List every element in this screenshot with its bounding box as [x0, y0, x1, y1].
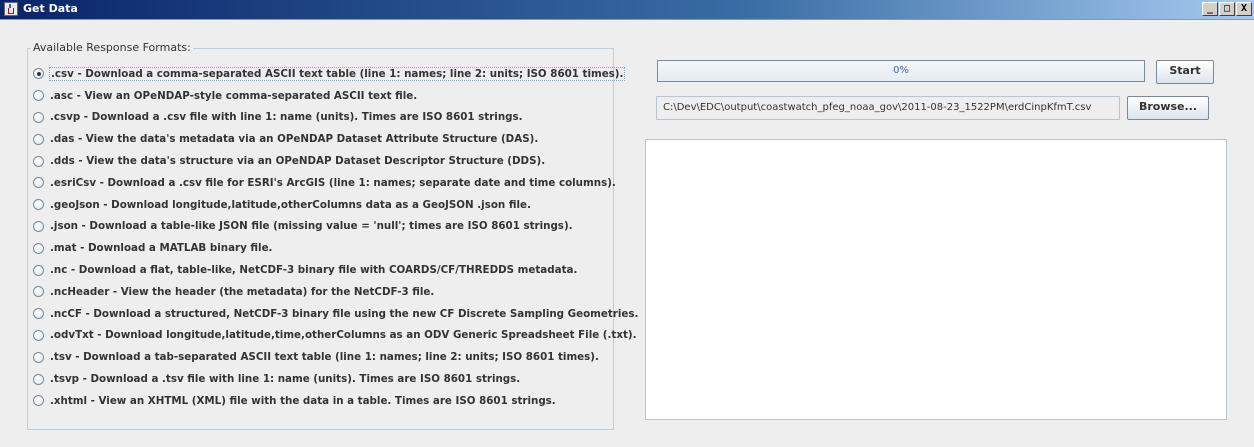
- response-formats-label: Available Response Formats:: [31, 41, 193, 54]
- format-option[interactable]: .ncCF - Download a structured, NetCDF-3 …: [33, 303, 639, 325]
- format-option-label: .xhtml - View an XHTML (XML) file with t…: [50, 394, 556, 407]
- radio-button[interactable]: [33, 111, 44, 123]
- format-option-label: .ncCF - Download a structured, NetCDF-3 …: [50, 307, 639, 320]
- format-option-label: .csvp - Download a .csv file with line 1…: [50, 111, 523, 124]
- format-radio-list: .csv - Download a comma-separated ASCII …: [33, 63, 639, 412]
- format-option[interactable]: .das - View the data's metadata via an O…: [33, 128, 639, 150]
- radio-button[interactable]: [33, 242, 44, 254]
- output-text-area[interactable]: [645, 139, 1227, 420]
- format-option-label: .tsvp - Download a .tsv file with line 1…: [50, 373, 521, 386]
- radio-button[interactable]: [33, 90, 44, 102]
- format-option[interactable]: .tsvp - Download a .tsv file with line 1…: [33, 368, 639, 390]
- format-option[interactable]: .csv - Download a comma-separated ASCII …: [33, 63, 639, 85]
- minimize-button[interactable]: _: [1202, 2, 1218, 16]
- format-option-label: .ncHeader - View the header (the metadat…: [50, 285, 435, 298]
- radio-button[interactable]: [33, 220, 44, 232]
- radio-button[interactable]: [33, 351, 44, 363]
- radio-button[interactable]: [33, 373, 44, 385]
- format-option[interactable]: .asc - View an OPeNDAP-style comma-separ…: [33, 85, 639, 107]
- window-controls: _ □ X: [1201, 2, 1252, 16]
- progress-text: 0%: [893, 65, 909, 76]
- format-option-label: .tsv - Download a tab-separated ASCII te…: [50, 351, 599, 364]
- format-option[interactable]: .json - Download a table-like JSON file …: [33, 216, 639, 238]
- format-option-label: .asc - View an OPeNDAP-style comma-separ…: [50, 89, 418, 102]
- format-option[interactable]: .dds - View the data's structure via an …: [33, 150, 639, 172]
- format-option-label: .mat - Download a MATLAB binary file.: [50, 242, 273, 255]
- format-option-label: .das - View the data's metadata via an O…: [50, 133, 539, 146]
- title-bar: Get Data _ □ X: [0, 0, 1254, 20]
- close-button[interactable]: X: [1236, 2, 1252, 16]
- radio-button[interactable]: [33, 395, 44, 407]
- format-option-label: .dds - View the data's structure via an …: [50, 155, 546, 168]
- maximize-button[interactable]: □: [1219, 2, 1235, 16]
- start-button[interactable]: Start: [1156, 60, 1214, 84]
- radio-button[interactable]: [33, 286, 44, 298]
- window-title: Get Data: [23, 2, 78, 15]
- progress-bar: 0%: [657, 60, 1145, 82]
- output-path-field[interactable]: C:\Dev\EDC\output\coastwatch_pfeg_noaa_g…: [656, 96, 1120, 120]
- format-option[interactable]: .geoJson - Download longitude,latitude,o…: [33, 194, 639, 216]
- radio-button[interactable]: [33, 308, 44, 320]
- format-option[interactable]: .xhtml - View an XHTML (XML) file with t…: [33, 390, 639, 412]
- format-option[interactable]: .mat - Download a MATLAB binary file.: [33, 237, 639, 259]
- format-option-label: .geoJson - Download longitude,latitude,o…: [50, 198, 531, 211]
- format-option-label: .nc - Download a flat, table-like, NetCD…: [50, 264, 578, 277]
- java-icon: [4, 2, 18, 16]
- browse-button[interactable]: Browse...: [1127, 96, 1209, 120]
- format-option-label: .csv - Download a comma-separated ASCII …: [49, 66, 626, 81]
- format-option-label: .json - Download a table-like JSON file …: [50, 220, 573, 233]
- radio-button[interactable]: [33, 133, 44, 145]
- radio-button[interactable]: [33, 199, 44, 211]
- radio-button[interactable]: [33, 155, 44, 167]
- format-option-label: .odvTxt - Download longitude,latitude,ti…: [50, 329, 637, 342]
- format-option[interactable]: .nc - Download a flat, table-like, NetCD…: [33, 259, 639, 281]
- radio-button[interactable]: [33, 264, 44, 276]
- radio-button[interactable]: [33, 68, 44, 80]
- format-option[interactable]: .ncHeader - View the header (the metadat…: [33, 281, 639, 303]
- radio-button[interactable]: [33, 177, 44, 189]
- format-option[interactable]: .tsv - Download a tab-separated ASCII te…: [33, 346, 639, 368]
- format-option[interactable]: .esriCsv - Download a .csv file for ESRI…: [33, 172, 639, 194]
- format-option[interactable]: .odvTxt - Download longitude,latitude,ti…: [33, 325, 639, 347]
- radio-button[interactable]: [33, 329, 44, 341]
- format-option[interactable]: .csvp - Download a .csv file with line 1…: [33, 107, 639, 129]
- format-option-label: .esriCsv - Download a .csv file for ESRI…: [50, 176, 616, 189]
